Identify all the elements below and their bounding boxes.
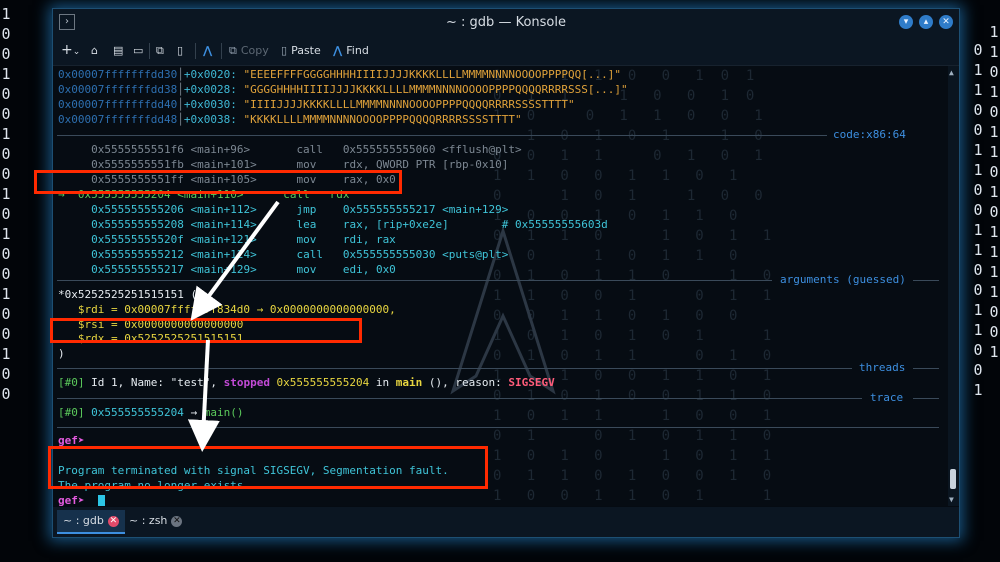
arrow-to-rdx	[190, 200, 280, 321]
annotation-arrows	[187, 200, 280, 452]
arrow-to-segfault	[187, 339, 220, 452]
